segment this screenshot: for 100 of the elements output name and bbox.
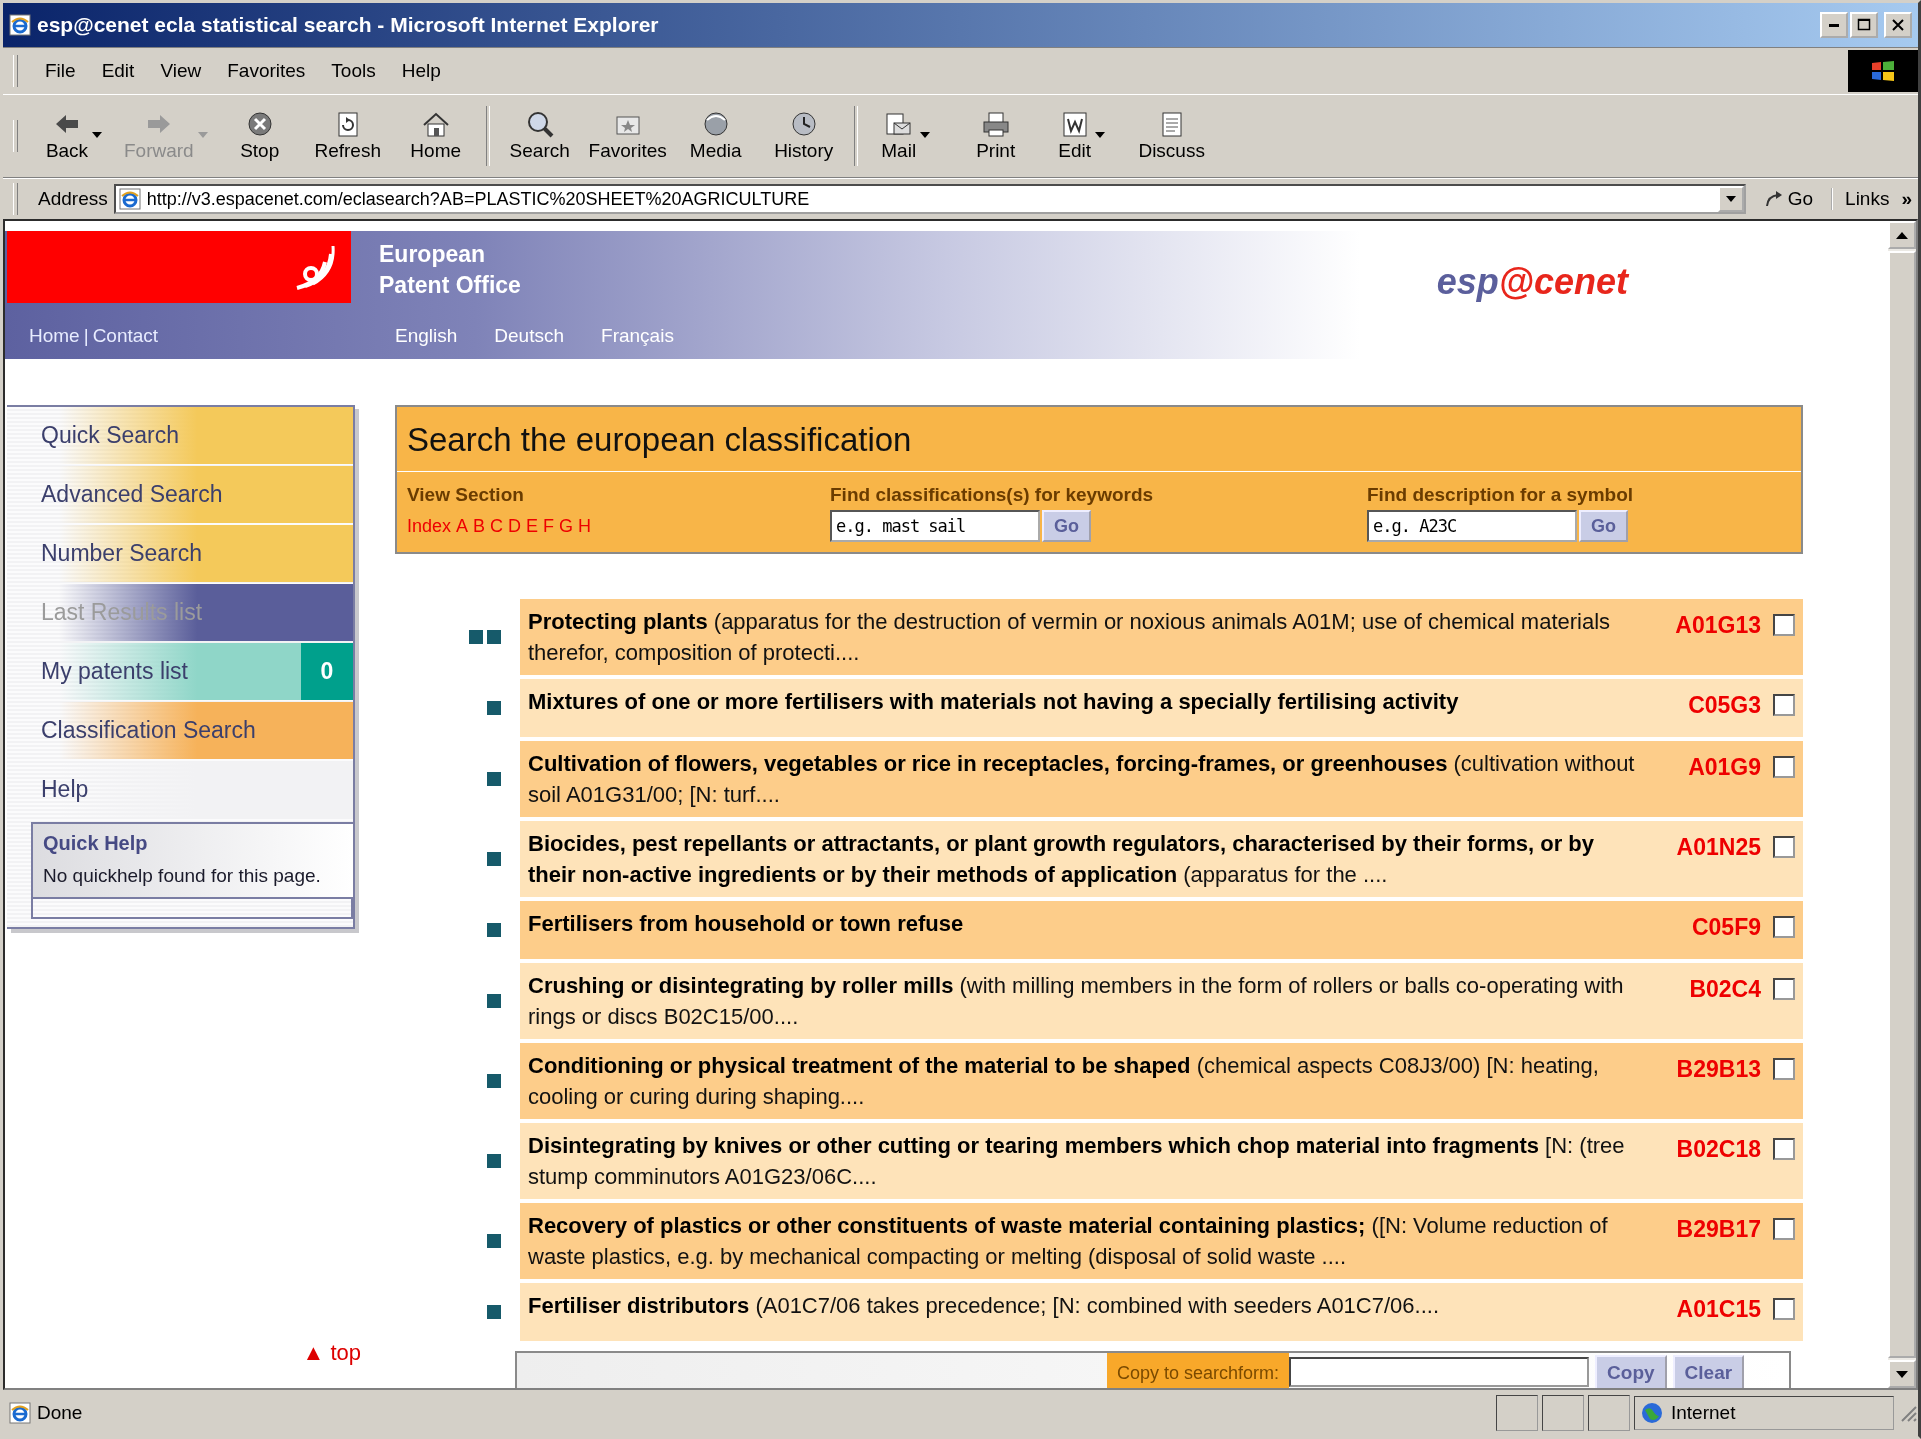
go-button[interactable]: Go <box>1751 188 1826 210</box>
scroll-up-button[interactable] <box>1888 221 1916 249</box>
toolbar-button[interactable]: Search <box>495 110 584 162</box>
dropdown-caret-icon <box>92 132 103 138</box>
close-icon <box>1891 18 1905 32</box>
flag-icon <box>1870 59 1896 83</box>
go-button[interactable]: Go <box>1042 510 1091 542</box>
dropdown-button[interactable] <box>1717 186 1744 212</box>
result-description[interactable]: Fertilisers from household or town refuse <box>528 908 1641 939</box>
checkbox[interactable] <box>1773 836 1795 858</box>
field-label: Find classifications(s) for keywords <box>830 484 1155 506</box>
classification-code[interactable]: A01C15 <box>1641 1290 1773 1323</box>
globe-icon <box>1641 1402 1663 1424</box>
classification-code[interactable]: C05G3 <box>1641 686 1773 719</box>
down-arrow-icon <box>1896 1370 1908 1378</box>
field-label: View Section <box>407 484 525 506</box>
maximize-button[interactable] <box>1850 12 1878 38</box>
menu-item[interactable]: Tools <box>318 56 389 86</box>
menu-item[interactable]: File <box>32 56 89 86</box>
toolbar-button[interactable]: Edit <box>1039 110 1128 162</box>
top-link[interactable]: ▲ top <box>302 1340 361 1366</box>
toolbar-button[interactable]: History <box>759 110 848 162</box>
header-link[interactable]: Contact <box>92 325 159 347</box>
organization-name: Patent Office <box>379 271 521 300</box>
keyword-field[interactable]: e.g. mast sail <box>830 510 1040 542</box>
header-link[interactable]: Home <box>29 325 80 347</box>
field-label: Find description for a symbol <box>1367 484 1634 506</box>
dropdown-caret-icon <box>197 132 208 138</box>
copy-button[interactable]: Copy <box>1595 1355 1667 1388</box>
minimize-button[interactable] <box>1820 12 1848 38</box>
copy-field[interactable] <box>1289 1357 1590 1387</box>
bullet-icon <box>469 630 483 644</box>
menu-item[interactable]: Favorites <box>214 56 319 86</box>
toolbar-button[interactable]: Media <box>671 110 760 162</box>
status-pane <box>1542 1395 1584 1431</box>
dropdown-caret-icon <box>1095 132 1106 138</box>
toolbar-button[interactable]: Favorites <box>583 110 672 162</box>
status-text: Done <box>37 1402 83 1424</box>
go-arrow-icon <box>1763 189 1784 209</box>
quick-help-text: No quickhelp found for this page. <box>43 865 322 887</box>
toolbar-button[interactable]: Home <box>391 110 480 162</box>
menu-item[interactable]: Help <box>388 56 454 86</box>
classification-code[interactable]: B02C18 <box>1641 1130 1773 1163</box>
result-description[interactable]: Mixtures of one or more fertilisers with materials not having a specially fertilising activity <box>528 686 1641 717</box>
bullet-icon <box>487 1154 501 1168</box>
more-chevron[interactable]: » <box>1901 188 1918 210</box>
result-description[interactable]: Conditioning or physical treatment of the material to be shaped (chemical aspects C08J3/00) [N: heating, cooling or curing during shaping.... <box>528 1050 1641 1112</box>
checkbox[interactable] <box>1773 1058 1795 1080</box>
toolbar-button[interactable]: Print <box>951 110 1040 162</box>
zone-text: Internet <box>1671 1402 1736 1424</box>
toolbar-button[interactable]: Discuss <box>1127 110 1216 162</box>
links-label[interactable]: Links <box>1831 188 1896 210</box>
language-link[interactable]: English <box>395 325 458 347</box>
browser-icon <box>9 14 31 36</box>
classification-code[interactable]: B02C4 <box>1641 970 1773 1003</box>
page-icon <box>9 1402 31 1424</box>
go-button[interactable]: Go <box>1579 510 1628 542</box>
checkbox[interactable] <box>1773 756 1795 778</box>
address-field[interactable]: http://v3.espacenet.com/eclasearch?AB=PLASTIC%20SHEET%20AGRICULTURE <box>113 184 1746 214</box>
bullet-icon <box>487 1074 501 1088</box>
result-description[interactable]: Cultivation of flowers, vegetables or rice in receptacles, forcing-frames, or greenhouses (cultivation without soil A01G31/00; [N: turf.... <box>528 748 1641 810</box>
scroll-down-button[interactable] <box>1888 1360 1916 1388</box>
bullet-icon <box>487 1234 501 1248</box>
toolbar-button[interactable]: Mail <box>863 110 952 162</box>
result-description[interactable]: Biocides, pest repellants or attractants, or plant growth regulators, characterised by their forms, or by their non-active ingredients or by their methods of application (apparatus for the .... <box>528 828 1641 890</box>
caret-icon <box>1725 196 1736 202</box>
result-description[interactable]: Recovery of plastics or other constituents of waste material containing plastics; ([N: Volume reduction of waste plastics, e.g. by mechanical compacting or melting (disposal of solid waste .... <box>528 1210 1641 1272</box>
checkbox[interactable] <box>1773 694 1795 716</box>
menu-item[interactable]: Edit <box>88 56 148 86</box>
panel-title: Search the european classification <box>397 407 1801 472</box>
checkbox[interactable] <box>1773 916 1795 938</box>
page-icon <box>118 188 141 210</box>
result-description[interactable]: Crushing or disintegrating by roller mills (with milling members in the form of rollers or balls co-operating with rings or discs B02C15/00.... <box>528 970 1641 1032</box>
toolbar-button[interactable]: Stop <box>215 110 304 162</box>
minimize-icon <box>1829 23 1839 27</box>
toolbar-button[interactable]: Refresh <box>303 110 392 162</box>
symbol-field[interactable]: e.g. A23C <box>1367 510 1577 542</box>
bullet-icon <box>487 772 501 786</box>
close-button[interactable] <box>1884 12 1912 38</box>
checkbox[interactable] <box>1773 614 1795 636</box>
result-description[interactable]: Fertiliser distributors (A01C7/06 takes precedence; [N: combined with seeders A01C7/06.... <box>528 1290 1641 1321</box>
checkbox[interactable] <box>1773 978 1795 1000</box>
result-description[interactable]: Disintegrating by knives or other cutting or tearing members which chop material into fragments [N: (tree stump comminutors A01G23/06C.... <box>528 1130 1641 1192</box>
up-arrow-icon <box>1896 231 1908 239</box>
printer-icon <box>980 110 1011 138</box>
checkbox[interactable] <box>1773 1218 1795 1240</box>
menu-item[interactable]: View <box>147 56 215 86</box>
toolbar-button[interactable]: Back <box>32 110 120 162</box>
bullet-icon <box>487 701 501 715</box>
result-description[interactable]: Protecting plants (apparatus for the destruction of vermin or noxious animals A01M; use of chemical materials therefor, composition of protecti.... <box>528 606 1641 668</box>
classification-code[interactable]: A01N25 <box>1641 828 1773 861</box>
address-label: Address <box>38 188 108 210</box>
site-logo: esp@cenet <box>1436 261 1628 303</box>
dropdown-caret-icon <box>920 132 931 138</box>
clear-button[interactable]: Clear <box>1672 1355 1745 1388</box>
checkbox[interactable] <box>1773 1138 1795 1160</box>
organization-name: European <box>379 240 487 269</box>
bullet-icon <box>487 1305 501 1319</box>
copy-label: Copy to searchform: <box>1107 1353 1290 1388</box>
checkbox[interactable] <box>1773 1298 1795 1320</box>
